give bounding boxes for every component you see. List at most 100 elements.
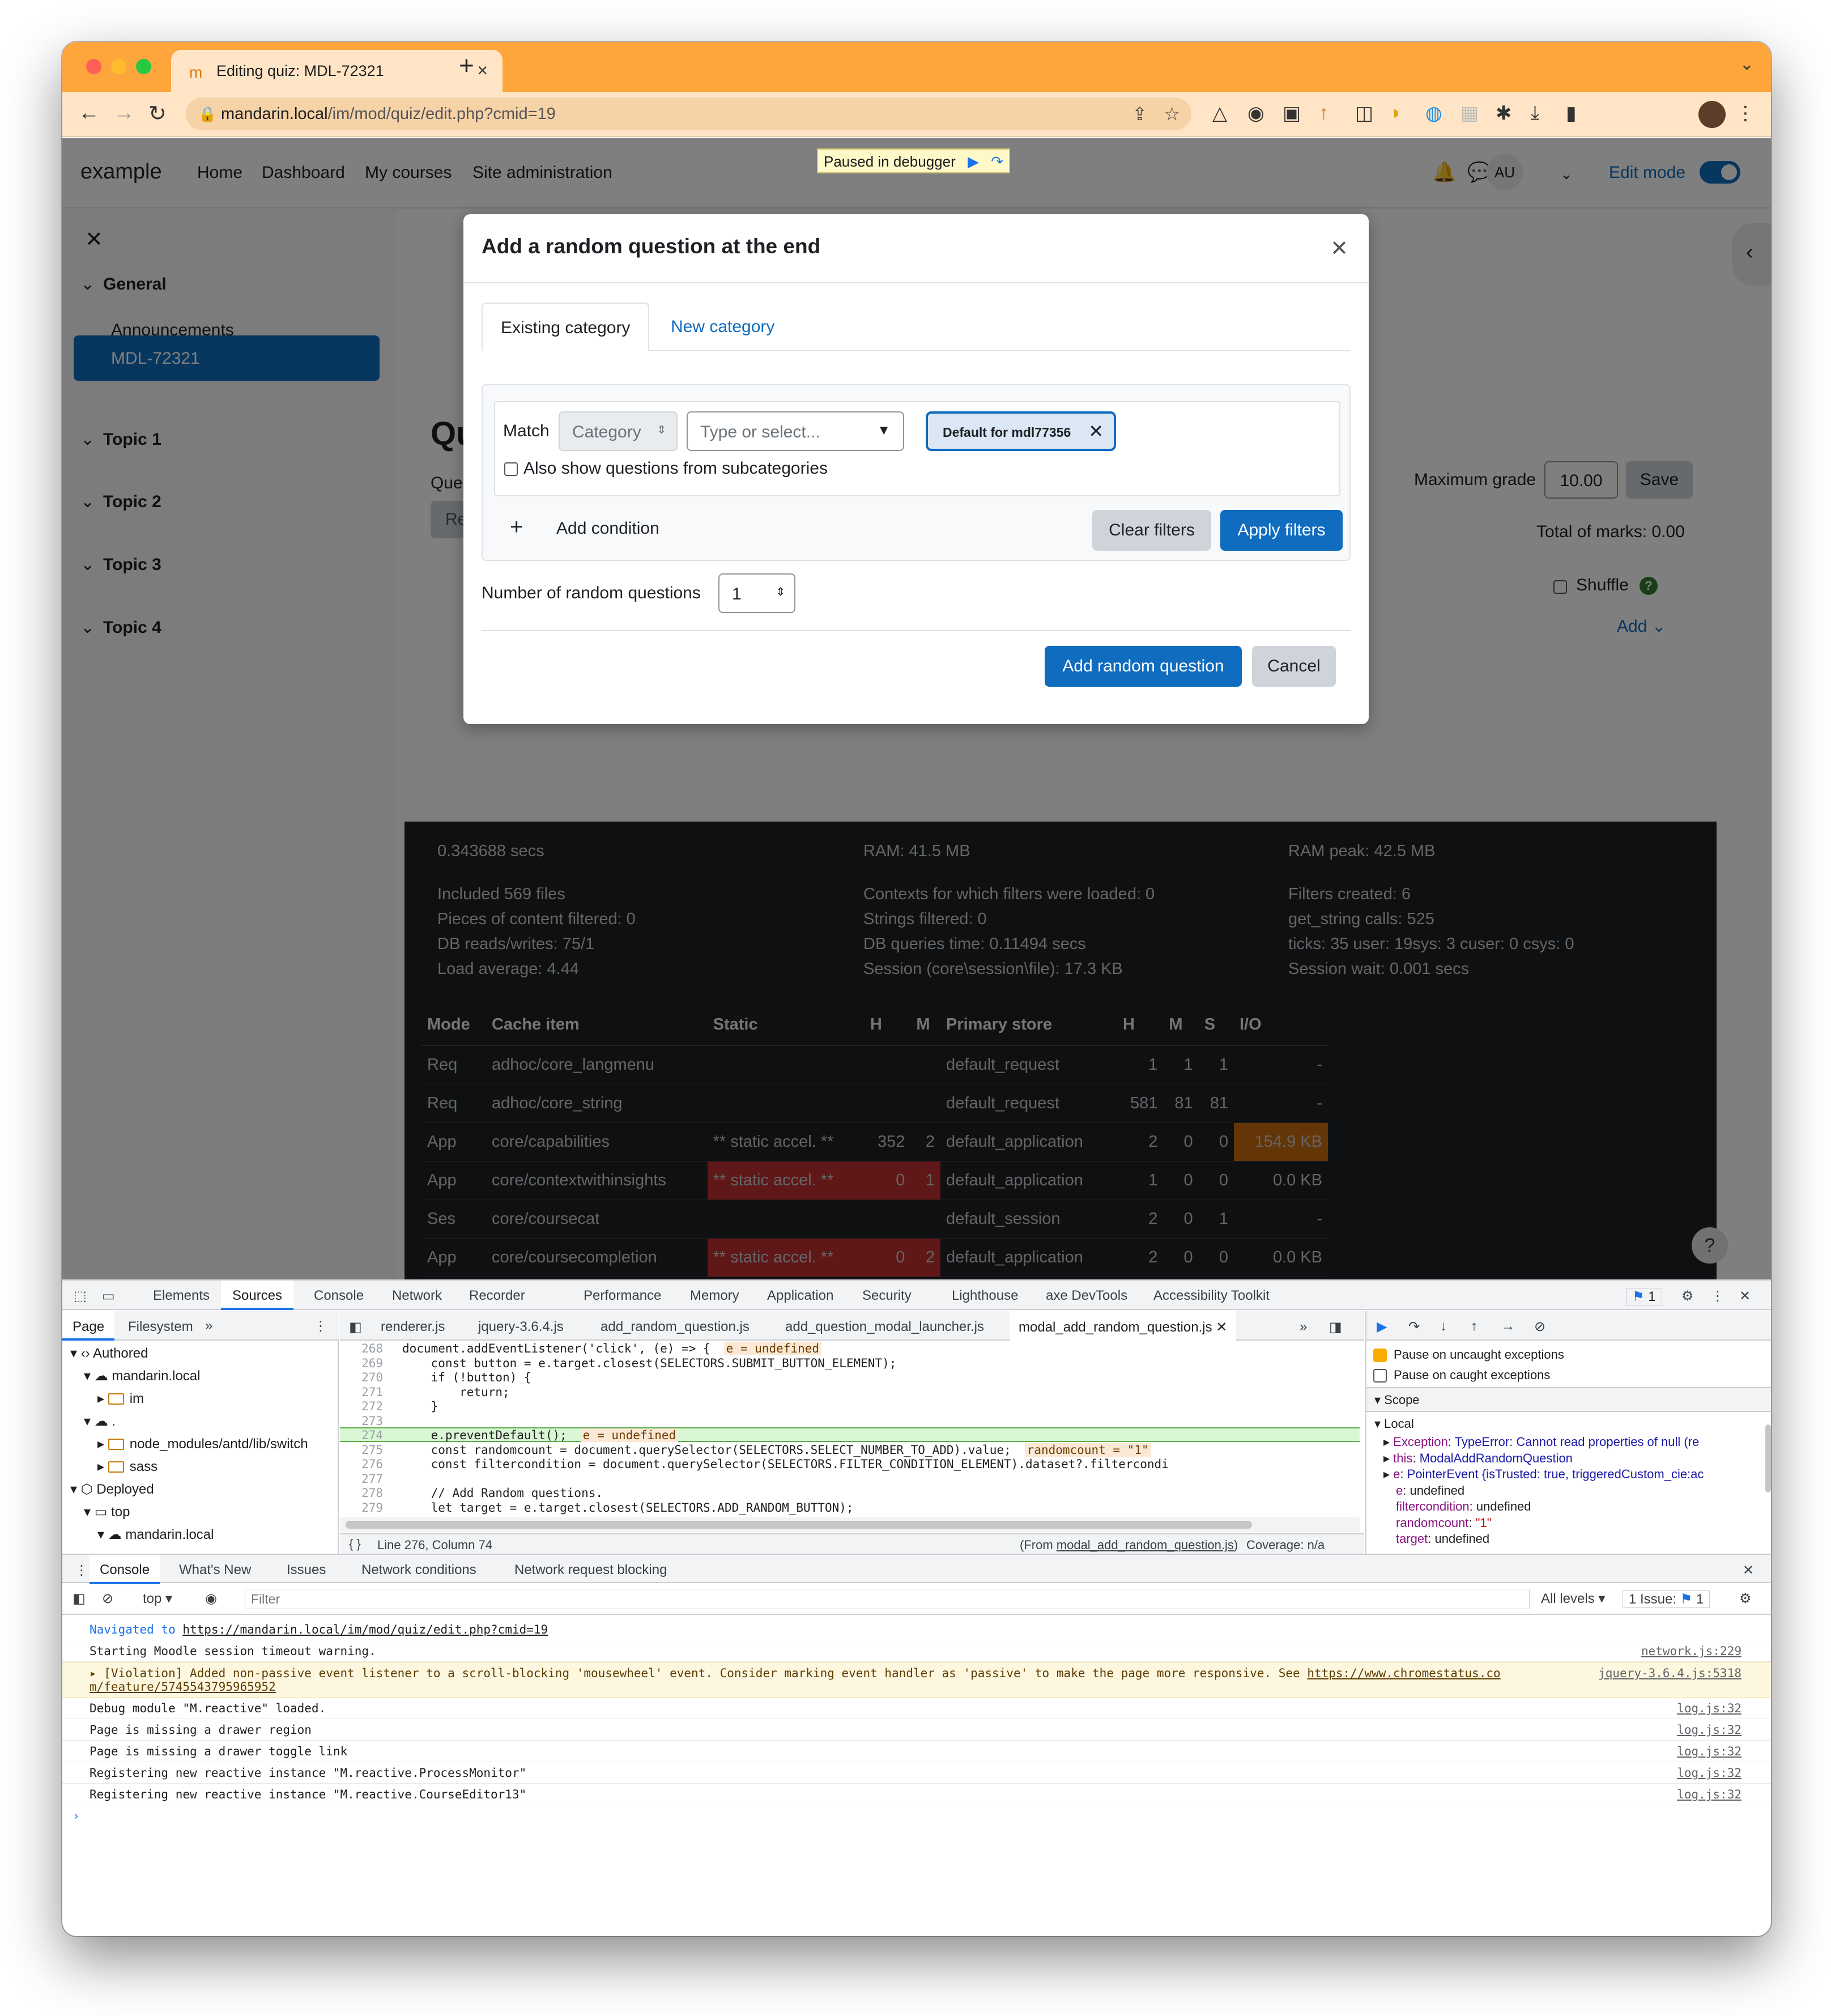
browser-tab[interactable]: m Editing quiz: MDL-72321 ×: [171, 50, 503, 92]
tab-network[interactable]: Network: [392, 1288, 442, 1304]
deactivate-breakpoints-icon[interactable]: ⊘: [1534, 1319, 1545, 1335]
more-files-icon[interactable]: »: [1300, 1319, 1307, 1335]
resume-icon[interactable]: ▶: [968, 153, 979, 171]
scope-header[interactable]: ▾ Scope: [1366, 1387, 1771, 1412]
tab-existing-category[interactable]: Existing category: [482, 303, 650, 351]
zoom-window-button[interactable]: [136, 59, 151, 74]
file-tab-renderer[interactable]: renderer.js: [381, 1319, 445, 1335]
scope-variable[interactable]: ▸ Exception: TypeError: Cannot read prop…: [1383, 1435, 1699, 1449]
navigator-menu-icon[interactable]: ⋮: [314, 1318, 327, 1334]
inspect-element-icon[interactable]: ⬚: [74, 1288, 87, 1304]
tab-security[interactable]: Security: [862, 1288, 912, 1304]
expand-triangle-icon[interactable]: ▸: [1383, 1467, 1393, 1481]
plus-icon[interactable]: +: [510, 514, 523, 540]
tree-host-mandarin[interactable]: ▾ ☁ mandarin.local: [84, 1368, 200, 1384]
drawer-tab-console[interactable]: Console: [90, 1555, 160, 1584]
close-drawer-icon[interactable]: ✕: [1743, 1562, 1754, 1579]
file-tab-jquery[interactable]: jquery-3.6.4.js: [478, 1319, 564, 1335]
share-icon[interactable]: ⇪: [1132, 103, 1147, 125]
line-number[interactable]: 274: [343, 1428, 383, 1442]
resume-script-icon[interactable]: ▶: [1377, 1319, 1387, 1335]
console-source-link[interactable]: log.js:32: [1677, 1766, 1741, 1780]
log-levels-select[interactable]: All levels ▾: [1541, 1590, 1605, 1607]
number-of-random-questions-select[interactable]: 1 ⇕: [718, 573, 795, 613]
tree-folder-sass[interactable]: ▸ sass: [97, 1458, 157, 1475]
line-number[interactable]: 272: [343, 1400, 383, 1413]
browser-menu-icon[interactable]: ⋮: [1736, 102, 1755, 125]
scope-variable[interactable]: target: undefined: [1396, 1532, 1489, 1546]
step-icon[interactable]: →: [1501, 1319, 1515, 1334]
tree-folder-node-modules[interactable]: ▸ node_modules/antd/lib/switch: [97, 1436, 308, 1452]
line-number[interactable]: 278: [343, 1486, 383, 1500]
console-filter-input[interactable]: [245, 1589, 1530, 1609]
drawer-tab-network-conditions[interactable]: Network conditions: [361, 1562, 476, 1578]
extension-compass-icon[interactable]: ◍: [1425, 102, 1442, 125]
scope-variable[interactable]: e: undefined: [1396, 1483, 1464, 1498]
subcategories-checkbox[interactable]: [504, 462, 518, 476]
console-source-link[interactable]: log.js:32: [1677, 1745, 1741, 1758]
line-number[interactable]: 273: [343, 1414, 383, 1428]
pause-caught-checkbox[interactable]: [1373, 1369, 1387, 1383]
bookmark-star-icon[interactable]: ☆: [1164, 103, 1180, 125]
line-number[interactable]: 269: [343, 1356, 383, 1370]
extension-mask-icon[interactable]: ▣: [1283, 102, 1301, 125]
console-link[interactable]: https://mandarin.local/im/mod/quiz/edit.…: [182, 1623, 548, 1636]
console-link[interactable]: m/feature/5745543795965952: [90, 1680, 276, 1694]
line-number[interactable]: 268: [343, 1342, 383, 1355]
settings-gear-icon[interactable]: ⚙: [1681, 1288, 1694, 1304]
source-origin-link[interactable]: modal_add_random_question.js: [1057, 1538, 1234, 1552]
tab-search-chevron-icon[interactable]: ⌄: [1740, 54, 1754, 74]
console-link[interactable]: https://www.chromestatus.co: [1307, 1666, 1500, 1680]
line-number[interactable]: 279: [343, 1501, 383, 1515]
close-modal-icon[interactable]: ✕: [1330, 236, 1348, 261]
live-expression-eye-icon[interactable]: ◉: [205, 1590, 217, 1607]
add-random-question-button[interactable]: Add random question: [1045, 646, 1242, 687]
tab-filesystem[interactable]: Filesystem: [128, 1319, 193, 1335]
url-field[interactable]: 🔒 mandarin.local/im/mod/quiz/edit.php?cm…: [186, 97, 1191, 130]
toggle-navigator-icon[interactable]: ◧: [349, 1319, 362, 1336]
clear-filters-button[interactable]: Clear filters: [1092, 510, 1211, 551]
extension-triangle-icon[interactable]: △: [1212, 102, 1227, 125]
extension-eye-icon[interactable]: ◉: [1247, 102, 1264, 125]
tab-axe-devtools[interactable]: axe DevTools: [1046, 1288, 1127, 1304]
drawer-tab-issues[interactable]: Issues: [287, 1562, 326, 1578]
scope-local[interactable]: ▾ Local: [1374, 1417, 1414, 1431]
extension-banana-icon[interactable]: ◗: [1390, 102, 1402, 124]
file-tab-add-question-modal-launcher[interactable]: add_question_modal_launcher.js: [785, 1319, 984, 1335]
line-number[interactable]: 270: [343, 1371, 383, 1384]
drawer-menu-icon[interactable]: ⋮: [75, 1562, 88, 1579]
scrollbar-thumb[interactable]: [346, 1521, 1252, 1529]
scope-variable[interactable]: ▸ e: PointerEvent {isTrusted: true, trig…: [1383, 1467, 1704, 1482]
extension-grid-icon[interactable]: ▦: [1460, 102, 1479, 125]
console-source-link[interactable]: log.js:32: [1677, 1723, 1741, 1737]
context-selector[interactable]: top ▾: [143, 1590, 172, 1607]
remove-chip-icon[interactable]: ✕: [1088, 420, 1104, 442]
toggle-debugger-icon[interactable]: ◨: [1329, 1319, 1342, 1336]
add-condition-link[interactable]: Add condition: [556, 519, 659, 538]
selected-category-chip[interactable]: Default for mdl77356 ✕: [926, 411, 1116, 451]
category-select[interactable]: Category ⇕: [559, 411, 678, 451]
drawer-tab-whats-new[interactable]: What's New: [179, 1562, 251, 1578]
apply-filters-button[interactable]: Apply filters: [1220, 510, 1343, 551]
step-over-icon[interactable]: ↷: [1408, 1319, 1420, 1335]
tab-memory[interactable]: Memory: [690, 1288, 739, 1304]
clear-console-icon[interactable]: ⊘: [102, 1590, 113, 1607]
issues-counter[interactable]: 1 Issue: ⚑ 1: [1623, 1590, 1710, 1608]
console-source-link[interactable]: log.js:32: [1677, 1788, 1741, 1801]
type-or-select-field[interactable]: Type or select... ▼: [687, 411, 904, 451]
device-toolbar-icon[interactable]: ▭: [102, 1288, 115, 1304]
tree-host-dot[interactable]: ▾ ☁ .: [84, 1413, 116, 1430]
tab-sources[interactable]: Sources: [221, 1281, 294, 1310]
console-source-link[interactable]: jquery-3.6.4.js:5318: [1598, 1666, 1741, 1680]
console-source-link[interactable]: network.js:229: [1641, 1644, 1741, 1658]
profile-avatar[interactable]: [1698, 101, 1726, 128]
tree-deployed[interactable]: ▾ ⬡ Deployed: [70, 1481, 154, 1498]
minimize-window-button[interactable]: [111, 59, 126, 74]
file-tab-add-random-question[interactable]: add_random_question.js: [601, 1319, 750, 1335]
tab-new-category[interactable]: New category: [653, 303, 793, 351]
step-over-icon[interactable]: ↷: [991, 153, 1003, 171]
console-sidebar-icon[interactable]: ◧: [73, 1590, 86, 1607]
scope-variable[interactable]: filtercondition: undefined: [1396, 1499, 1531, 1514]
tab-performance[interactable]: Performance: [584, 1288, 661, 1304]
close-file-icon[interactable]: ✕: [1216, 1320, 1227, 1335]
